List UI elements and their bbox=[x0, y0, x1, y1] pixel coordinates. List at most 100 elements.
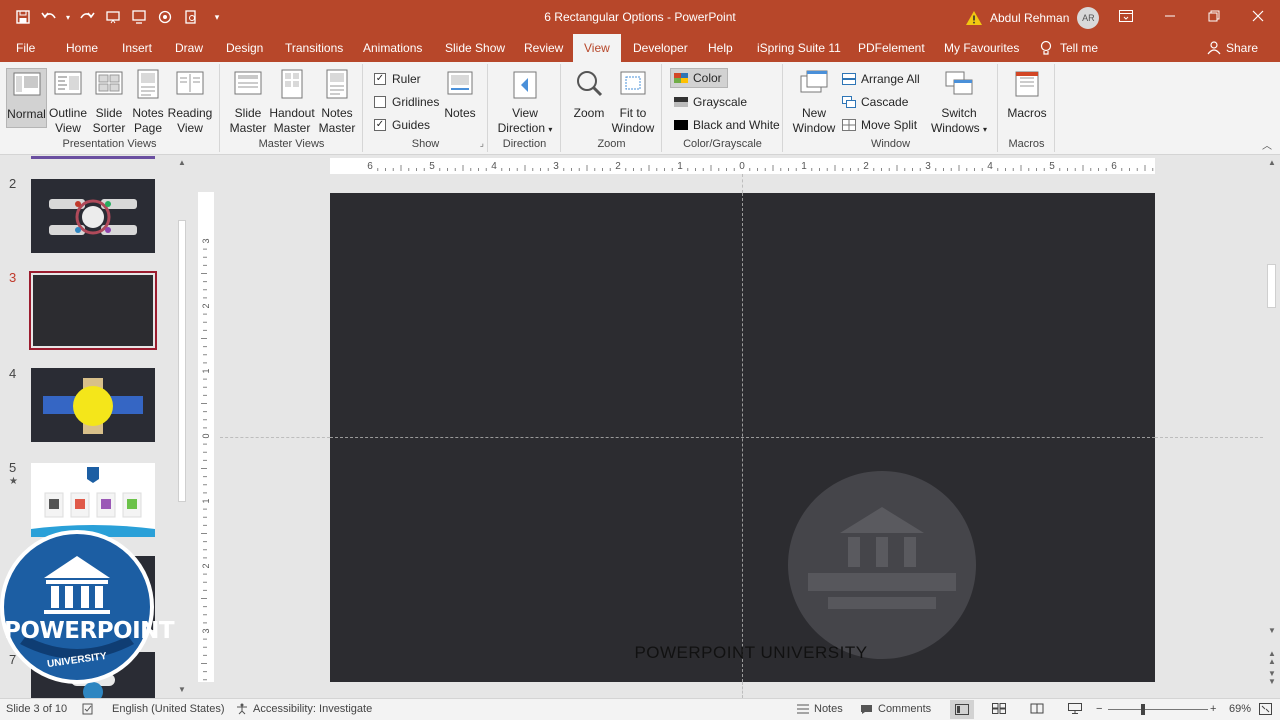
arrange-all-button[interactable]: Arrange All bbox=[842, 72, 920, 86]
spelling-check-icon[interactable] bbox=[82, 703, 94, 715]
from-beginning-icon[interactable] bbox=[100, 7, 126, 27]
color-button[interactable]: Color bbox=[670, 68, 728, 88]
new-window-button[interactable]: New Window bbox=[792, 68, 836, 136]
horizontal-guide-extension-right bbox=[1155, 437, 1263, 438]
customize-qat-icon[interactable]: ▾ bbox=[204, 7, 230, 27]
thumbnail-scrollbar[interactable]: ▲ ▼ bbox=[176, 156, 188, 696]
scroll-down-icon[interactable]: ▼ bbox=[178, 685, 186, 694]
present-icon[interactable] bbox=[126, 7, 152, 27]
reading-view-button[interactable]: Reading View bbox=[168, 68, 212, 136]
zoom-out-icon[interactable]: − bbox=[1096, 703, 1102, 715]
restore-icon[interactable] bbox=[1192, 0, 1236, 32]
next-slide-icon[interactable]: ▼ ▼ bbox=[1268, 670, 1276, 686]
notes-page-button[interactable]: Notes Page bbox=[130, 68, 166, 136]
tab-file[interactable]: File bbox=[16, 34, 35, 62]
collapse-ribbon-icon[interactable]: ︿ bbox=[1262, 137, 1272, 152]
tab-developer[interactable]: Developer bbox=[633, 34, 688, 62]
minimize-icon[interactable] bbox=[1148, 0, 1192, 32]
tab-animations[interactable]: Animations bbox=[363, 34, 422, 62]
language-indicator[interactable]: English (United States) bbox=[112, 703, 225, 715]
slide-canvas[interactable]: POWERPOINT UNIVERSITY bbox=[330, 193, 1155, 682]
undo-dropdown-icon[interactable]: ▾ bbox=[62, 7, 74, 27]
tab-my-favourites[interactable]: My Favourites bbox=[944, 34, 1019, 62]
thumbnail-scroll-thumb[interactable] bbox=[178, 220, 186, 502]
group-master-views: Slide Master Handout Master Notes Master… bbox=[221, 64, 363, 152]
vertical-ruler[interactable]: 3 2 1 0 1 2 3 bbox=[198, 192, 214, 682]
slide-scroll-thumb[interactable] bbox=[1267, 264, 1276, 308]
guides-checkbox[interactable]: ✓ Guides bbox=[374, 118, 430, 132]
zoom-in-icon[interactable]: + bbox=[1210, 703, 1216, 715]
save-icon[interactable] bbox=[10, 7, 36, 27]
normal-view-status-icon[interactable] bbox=[950, 700, 974, 719]
zoom-slider[interactable] bbox=[1108, 709, 1208, 710]
redo-icon[interactable] bbox=[74, 7, 100, 27]
tab-slide-show[interactable]: Slide Show bbox=[445, 34, 505, 62]
tell-me-search[interactable]: Tell me bbox=[1040, 34, 1098, 62]
horizontal-ruler[interactable]: 6 5 4 3 2 1 0 1 2 3 4 5 6 bbox=[330, 158, 1155, 174]
thumbnail-1-edge bbox=[31, 156, 155, 159]
slide-scrollbar[interactable]: ▲ ▼ ▲ ▲ ▼ ▼ bbox=[1264, 156, 1280, 696]
slide-master-button[interactable]: Slide Master bbox=[229, 68, 267, 136]
horizontal-guide[interactable] bbox=[330, 437, 1155, 438]
tab-draw[interactable]: Draw bbox=[175, 34, 203, 62]
tab-home[interactable]: Home bbox=[66, 34, 98, 62]
notes-button[interactable]: Notes bbox=[442, 68, 478, 121]
gridlines-checkbox[interactable]: Gridlines bbox=[374, 95, 439, 109]
undo-icon[interactable] bbox=[36, 7, 62, 27]
switch-windows-button[interactable]: Switch Windows ▾ bbox=[930, 68, 988, 137]
cascade-button[interactable]: Cascade bbox=[842, 95, 908, 109]
tab-ispring-suite[interactable]: iSpring Suite 11 bbox=[757, 34, 841, 62]
notes-master-button[interactable]: Notes Master bbox=[317, 68, 357, 136]
handout-master-button[interactable]: Handout Master bbox=[268, 68, 316, 136]
ribbon-display-options-icon[interactable] bbox=[1104, 0, 1148, 32]
ruler-checkbox[interactable]: ✓ Ruler bbox=[374, 72, 421, 86]
thumbnail-slide-2[interactable] bbox=[31, 179, 155, 253]
tab-insert[interactable]: Insert bbox=[122, 34, 152, 62]
tab-design[interactable]: Design bbox=[226, 34, 263, 62]
cascade-label: Cascade bbox=[861, 95, 909, 109]
thumbnail-slide-3[interactable] bbox=[29, 271, 157, 350]
slide-sorter-button[interactable]: Slide Sorter bbox=[90, 68, 128, 136]
warning-icon[interactable] bbox=[966, 11, 982, 25]
macros-button[interactable]: Macros bbox=[1006, 68, 1048, 121]
vertical-guide-extension-top bbox=[742, 174, 743, 193]
close-icon[interactable] bbox=[1236, 0, 1280, 32]
thumbnail-slide-4[interactable] bbox=[31, 368, 155, 442]
tab-transitions[interactable]: Transitions bbox=[285, 34, 343, 62]
scroll-up-icon[interactable]: ▲ bbox=[178, 158, 186, 167]
zoom-button[interactable]: Zoom bbox=[570, 68, 608, 121]
grayscale-button[interactable]: Grayscale bbox=[674, 95, 747, 109]
fit-slide-icon[interactable] bbox=[1259, 703, 1272, 715]
share-button[interactable]: Share bbox=[1207, 41, 1258, 55]
touch-mode-icon[interactable] bbox=[152, 7, 178, 27]
tab-view[interactable]: View bbox=[573, 34, 621, 62]
print-preview-icon[interactable] bbox=[178, 7, 204, 27]
notes-master-icon bbox=[326, 69, 348, 99]
thumbnail-slide-5[interactable] bbox=[31, 463, 155, 537]
scroll-up-icon[interactable]: ▲ bbox=[1268, 158, 1276, 167]
comments-toggle[interactable]: Comments bbox=[860, 703, 931, 715]
outline-view-button[interactable]: Outline View bbox=[49, 68, 87, 136]
avatar[interactable]: AR bbox=[1077, 7, 1100, 29]
tab-help[interactable]: Help bbox=[708, 34, 733, 62]
notes-toggle[interactable]: Notes bbox=[797, 703, 843, 715]
previous-slide-icon[interactable]: ▲ ▲ bbox=[1268, 650, 1276, 666]
account-area[interactable]: Abdul Rehman AR bbox=[966, 7, 1100, 29]
zoom-level[interactable]: 69% bbox=[1229, 703, 1251, 715]
fit-to-window-button[interactable]: Fit to Window bbox=[612, 68, 654, 136]
tab-review[interactable]: Review bbox=[524, 34, 563, 62]
slide-counter[interactable]: Slide 3 of 10 bbox=[6, 703, 67, 715]
slideshow-status-icon[interactable] bbox=[1068, 703, 1082, 714]
reading-view-status-icon[interactable] bbox=[1030, 703, 1044, 714]
tab-pdfelement[interactable]: PDFelement bbox=[858, 34, 925, 62]
accessibility-checker[interactable]: Accessibility: Investigate bbox=[236, 703, 372, 715]
black-and-white-button[interactable]: Black and White bbox=[674, 118, 780, 132]
zoom-slider-thumb[interactable] bbox=[1141, 704, 1145, 715]
normal-view-button[interactable]: Normal bbox=[6, 68, 47, 128]
slide-sorter-status-icon[interactable] bbox=[992, 703, 1006, 714]
move-split-label: Move Split bbox=[861, 118, 918, 132]
move-split-button[interactable]: Move Split bbox=[842, 118, 917, 132]
scroll-down-icon[interactable]: ▼ bbox=[1268, 626, 1276, 635]
notes-master-label-1: Notes bbox=[321, 106, 353, 120]
view-direction-button[interactable]: View Direction ▾ bbox=[495, 68, 555, 137]
